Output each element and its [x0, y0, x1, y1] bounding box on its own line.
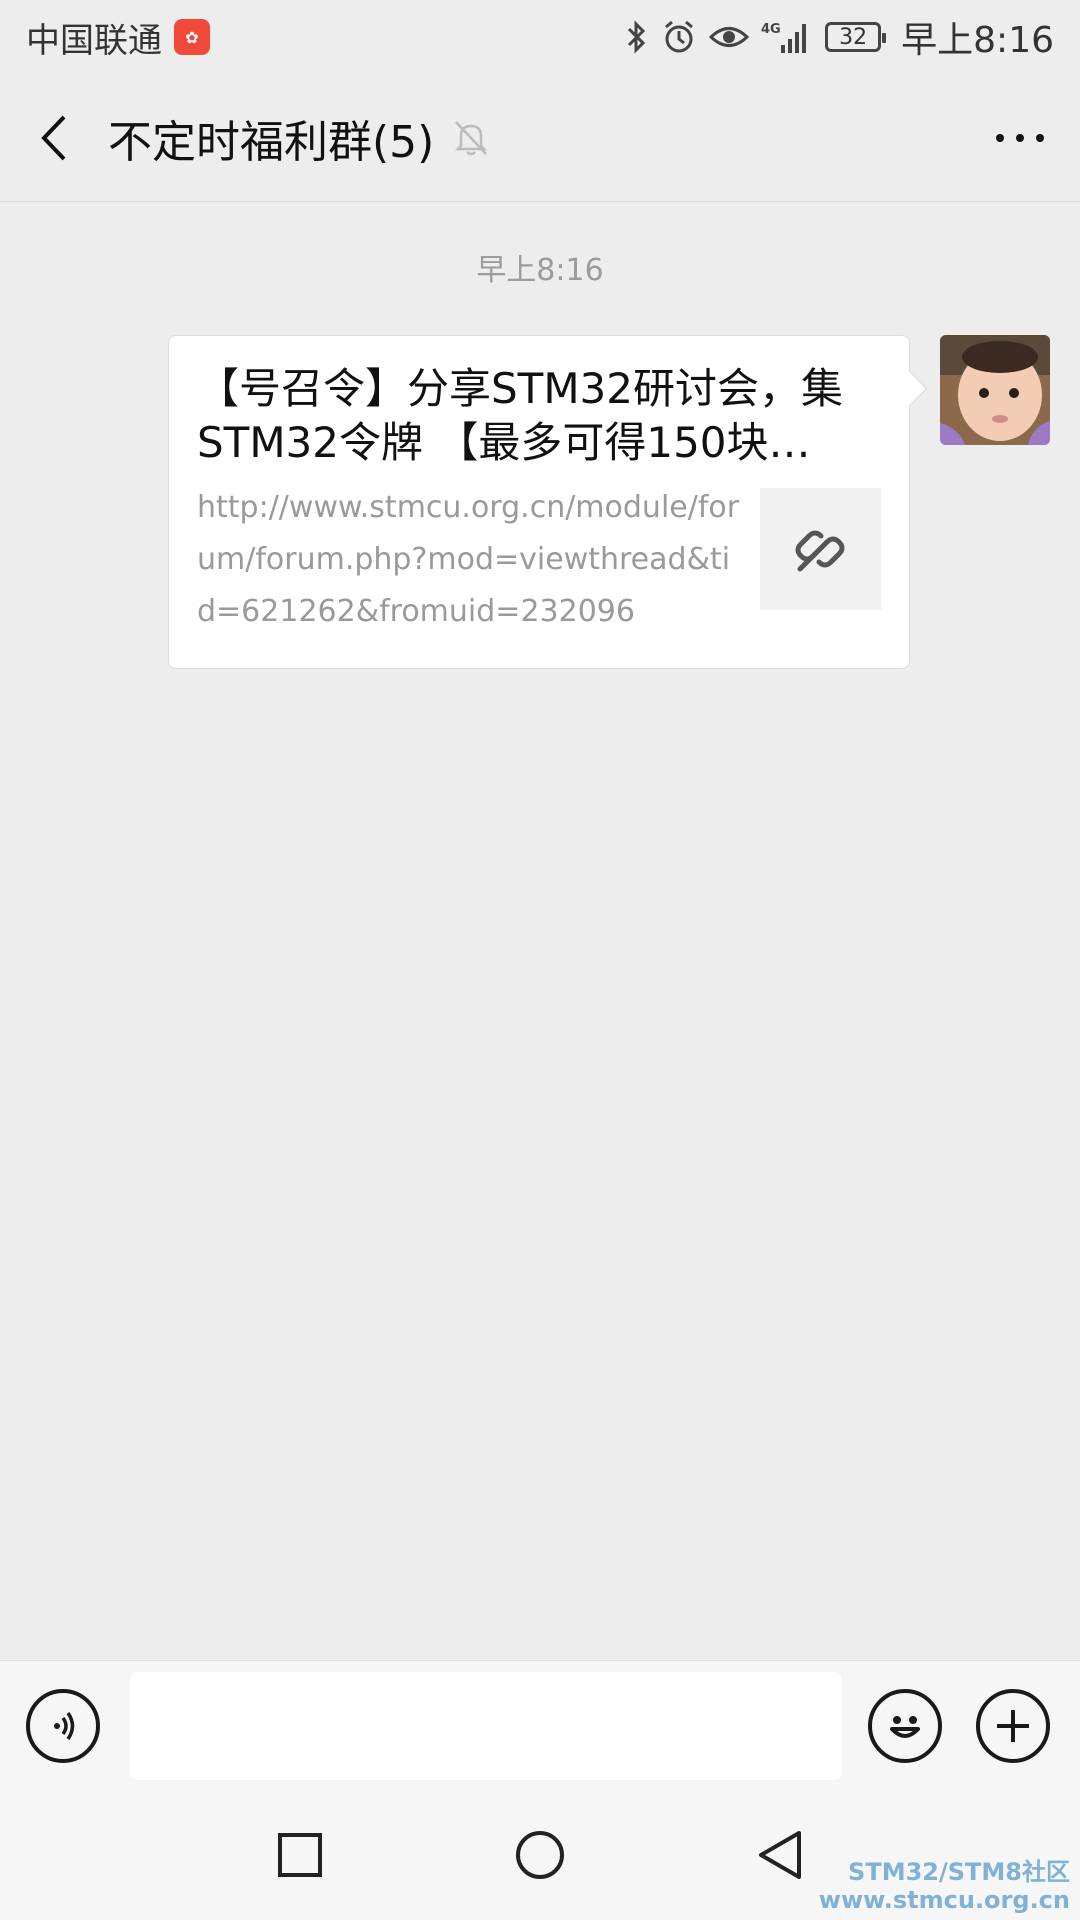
system-nav-bar: STM32/STM8社区 www.stmcu.org.cn [0, 1790, 1080, 1920]
status-time: 早上8:16 [901, 20, 1054, 61]
app-notification-icon: ✿ [174, 19, 210, 55]
link-thumbnail [759, 488, 881, 610]
link-body: http://www.stmcu.org.cn/module/forum/for… [197, 482, 881, 638]
battery-icon: 32 [825, 22, 887, 52]
more-button[interactable] [980, 98, 1060, 178]
plus-icon [997, 1709, 1029, 1742]
alarm-icon [661, 19, 697, 55]
chat-title: 不定时福利群(5) [108, 116, 435, 168]
input-bar [0, 1660, 1080, 1790]
mute-icon [452, 118, 490, 158]
voice-button[interactable] [26, 1688, 100, 1763]
message-input[interactable] [130, 1671, 842, 1780]
voice-icon [54, 1711, 75, 1740]
link-icon [795, 530, 845, 572]
back-nav-button[interactable] [750, 1825, 810, 1885]
link-url: http://www.stmcu.org.cn/module/forum/for… [197, 490, 740, 629]
battery-level: 32 [839, 24, 868, 50]
more-icon [996, 133, 1044, 142]
svg-text:4G: 4G [761, 22, 781, 37]
emoji-icon [890, 1715, 920, 1738]
signal-icon: 4G [761, 19, 809, 55]
status-right: 4G 32 早上8:16 [625, 11, 1054, 63]
carrier-label: 中国联通 [26, 20, 162, 61]
status-left: 中国联通 ✿ [26, 13, 210, 62]
link-message-bubble[interactable]: 【号召令】分享STM32研讨会，集STM32令牌 【最多可得150块… http… [168, 335, 910, 669]
recent-apps-button[interactable] [270, 1825, 330, 1885]
square-nav-icon [278, 1833, 322, 1877]
back-icon [41, 115, 66, 160]
emoji-button[interactable] [868, 1688, 942, 1763]
triangle-nav-icon [759, 1831, 801, 1879]
plus-button[interactable] [976, 1688, 1050, 1763]
message-list[interactable]: 早上8:16 【号召令】分享STM32研讨会，集STM32令牌 【最多可得150… [0, 203, 1080, 1660]
bluetooth-icon [625, 19, 649, 55]
chat-header: 不定时福利群(5) [0, 74, 1080, 202]
watermark-line2: www.stmcu.org.cn [818, 1886, 1070, 1914]
status-bar: 中国联通 ✿ 4G 32 早上8:16 [0, 0, 1080, 74]
circle-nav-icon [516, 1831, 564, 1879]
back-button[interactable] [20, 98, 90, 178]
eye-icon [709, 22, 750, 52]
home-button[interactable] [510, 1825, 570, 1885]
chat-screen: 中国联通 ✿ 4G 32 早上8:16 不定时福利群(5) 早上8:16 【号召… [0, 0, 1080, 1920]
watermark-line1: STM32/STM8社区 [848, 1858, 1070, 1886]
link-title: 【号召令】分享STM32研讨会，集STM32令牌 【最多可得150块… [197, 364, 843, 467]
message-row: 【号召令】分享STM32研讨会，集STM32令牌 【最多可得150块… http… [168, 335, 1050, 669]
message-timestamp: 早上8:16 [476, 253, 604, 288]
avatar[interactable] [940, 335, 1050, 445]
watermark: STM32/STM8社区 www.stmcu.org.cn [819, 1858, 1070, 1914]
